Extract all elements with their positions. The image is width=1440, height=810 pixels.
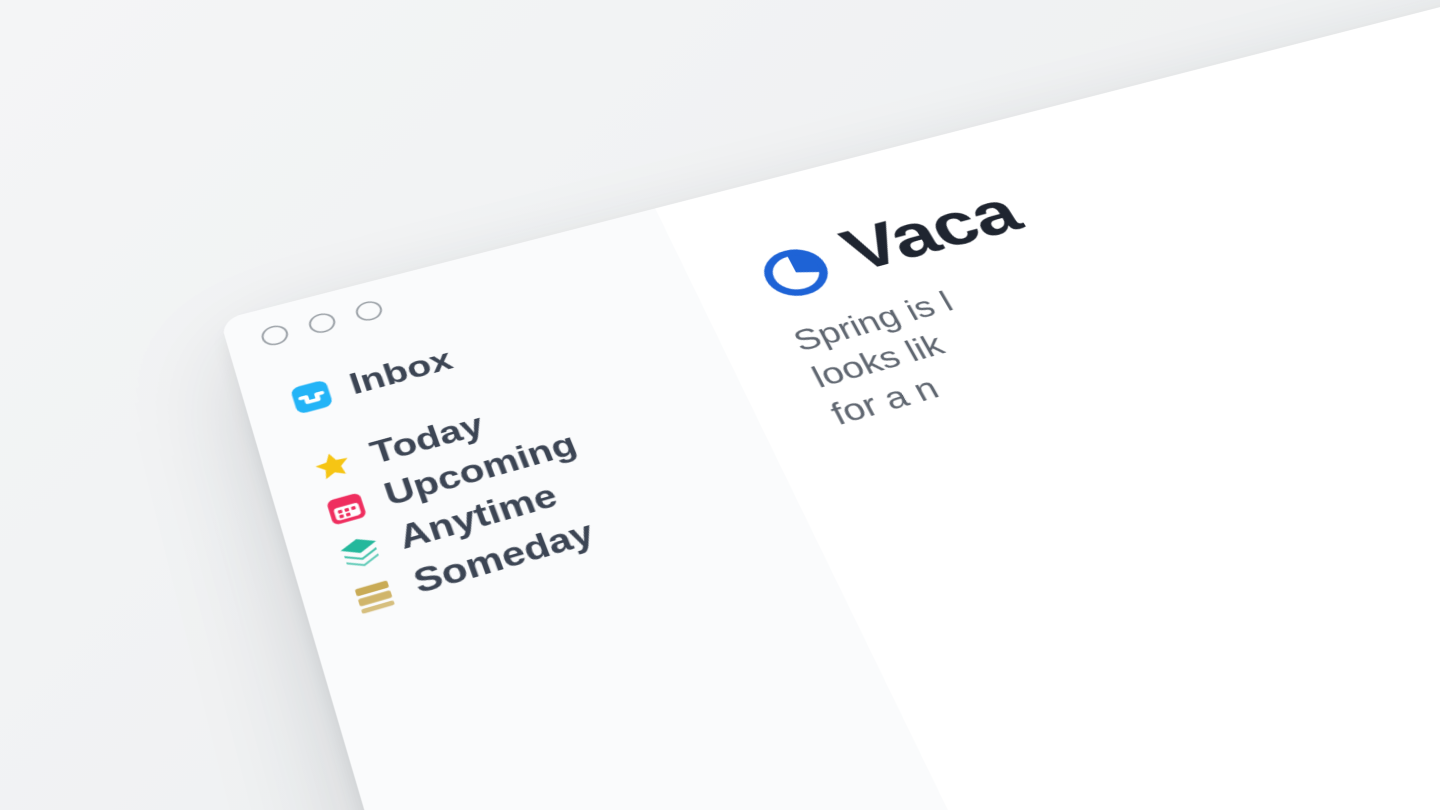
calendar-icon [320, 486, 372, 530]
sidebar-item-label: Inbox [346, 344, 458, 402]
app-window: Inbox Today [220, 0, 1440, 810]
progress-ring-icon [749, 236, 838, 300]
star-icon [307, 445, 358, 488]
close-icon[interactable] [259, 323, 291, 348]
minimize-icon[interactable] [306, 311, 338, 336]
inbox-icon [286, 376, 338, 418]
stack-icon [334, 529, 387, 574]
drawer-icon [347, 573, 401, 620]
sidebar-nav: Inbox Today [243, 279, 794, 634]
zoom-icon[interactable] [353, 299, 385, 324]
